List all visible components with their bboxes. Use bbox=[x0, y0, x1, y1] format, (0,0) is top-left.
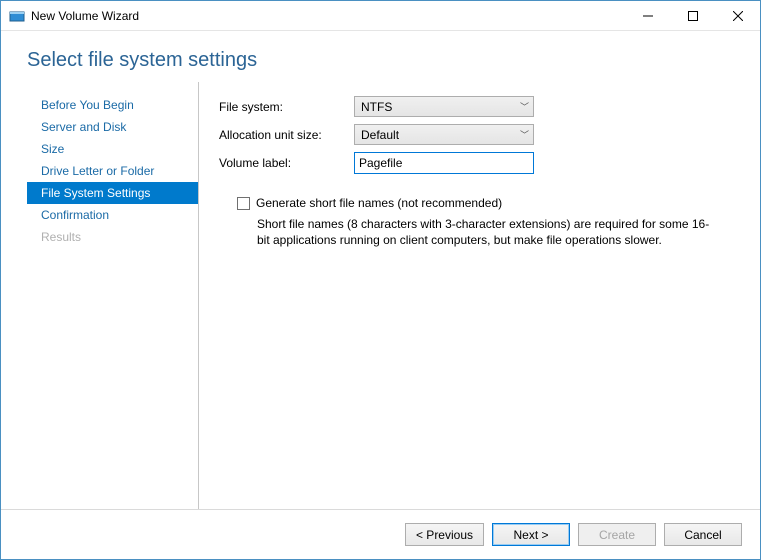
file-system-dropdown[interactable]: NTFS ﹀ bbox=[354, 96, 534, 117]
step-confirmation[interactable]: Confirmation bbox=[27, 204, 198, 226]
step-size[interactable]: Size bbox=[27, 138, 198, 160]
app-icon bbox=[9, 8, 25, 24]
allocation-unit-dropdown[interactable]: Default ﹀ bbox=[354, 124, 534, 145]
volume-label-row: Volume label: bbox=[219, 152, 728, 174]
generate-short-names-label: Generate short file names (not recommend… bbox=[256, 196, 502, 210]
next-button[interactable]: Next > bbox=[492, 523, 570, 546]
allocation-unit-row: Allocation unit size: Default ﹀ bbox=[219, 124, 728, 145]
footer: < Previous Next > Create Cancel bbox=[1, 509, 760, 559]
generate-short-names-checkbox[interactable] bbox=[237, 197, 250, 210]
minimize-button[interactable] bbox=[625, 1, 670, 30]
step-file-system-settings[interactable]: File System Settings bbox=[27, 182, 198, 204]
content-area: Select file system settings Before You B… bbox=[1, 31, 760, 559]
step-before-you-begin[interactable]: Before You Begin bbox=[27, 94, 198, 116]
short-names-hint: Short file names (8 characters with 3-ch… bbox=[257, 216, 718, 248]
window-title: New Volume Wizard bbox=[31, 9, 139, 23]
step-server-and-disk[interactable]: Server and Disk bbox=[27, 116, 198, 138]
maximize-button[interactable] bbox=[670, 1, 715, 30]
volume-label-input[interactable] bbox=[354, 152, 534, 174]
create-button: Create bbox=[578, 523, 656, 546]
chevron-down-icon: ﹀ bbox=[520, 100, 529, 113]
allocation-unit-label: Allocation unit size: bbox=[219, 128, 354, 142]
file-system-value: NTFS bbox=[361, 100, 392, 114]
close-button[interactable] bbox=[715, 1, 760, 30]
chevron-down-icon: ﹀ bbox=[520, 128, 529, 141]
previous-button[interactable]: < Previous bbox=[405, 523, 484, 546]
titlebar: New Volume Wizard bbox=[1, 1, 760, 31]
step-results: Results bbox=[27, 226, 198, 248]
form-area: File system: NTFS ﹀ Allocation unit size… bbox=[213, 82, 734, 509]
allocation-unit-value: Default bbox=[361, 128, 399, 142]
main-area: Before You Begin Server and Disk Size Dr… bbox=[1, 82, 760, 509]
generate-short-names-row: Generate short file names (not recommend… bbox=[237, 196, 728, 210]
step-drive-letter[interactable]: Drive Letter or Folder bbox=[27, 160, 198, 182]
window-controls bbox=[625, 1, 760, 30]
page-title: Select file system settings bbox=[1, 31, 760, 82]
file-system-row: File system: NTFS ﹀ bbox=[219, 96, 728, 117]
cancel-button[interactable]: Cancel bbox=[664, 523, 742, 546]
volume-label-label: Volume label: bbox=[219, 156, 354, 170]
wizard-window: New Volume Wizard Select file system set… bbox=[0, 0, 761, 560]
file-system-label: File system: bbox=[219, 100, 354, 114]
wizard-steps: Before You Begin Server and Disk Size Dr… bbox=[27, 82, 199, 509]
